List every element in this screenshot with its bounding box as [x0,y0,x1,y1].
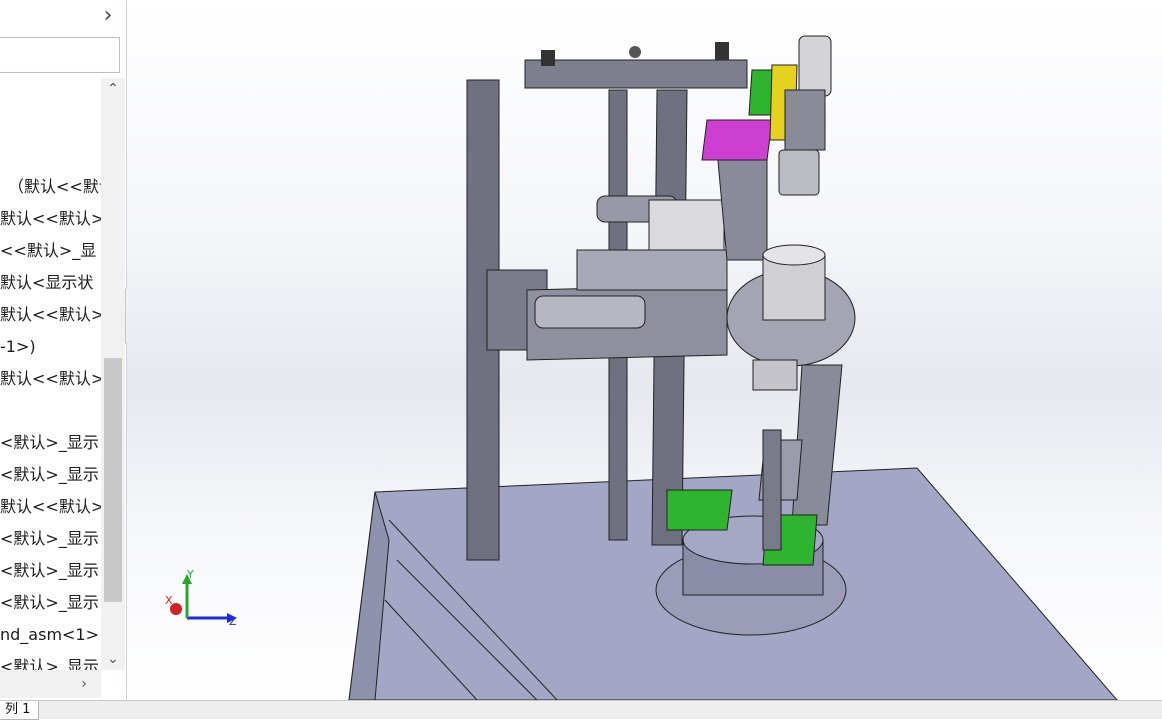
chevron-up-icon[interactable]: ⌃ [101,78,125,100]
center-rod [762,429,782,551]
slide-rail [576,249,728,291]
tree-item[interactable]: <默认>_显示 [0,428,99,458]
graphics-viewport[interactable]: Y X Z [127,0,1162,700]
tree-item[interactable]: <默认>_显示 [0,652,99,670]
chevron-right-icon[interactable]: › [72,673,96,695]
tool-body [784,89,826,151]
triad-z-label: Z [229,615,237,628]
filter-input[interactable] [0,37,120,73]
tree-item[interactable]: -1>) [0,332,36,362]
horizontal-scrollbar[interactable]: › [0,670,101,698]
cad-model[interactable]: Y X Z [127,0,1162,700]
tree-item[interactable]: 默认<<默认>_ [0,364,101,394]
tree-item[interactable]: 默认<显示状 [0,268,93,298]
tree-item[interactable]: nd_asm<1> [0,620,99,650]
chevron-right-icon[interactable]: › [96,4,120,28]
tree-item[interactable]: <默认>_显示 [0,588,99,618]
tool-head [798,35,832,97]
top-bolt [541,50,555,66]
status-bar: 列 1 [0,700,1162,720]
scrollbar-thumb[interactable] [104,358,122,602]
top-bolt [715,42,729,60]
magenta-part [701,119,773,161]
triad-x-label: X [165,594,173,607]
tree-item[interactable]: 默认<<默认>_ [0,492,101,522]
tree-item[interactable]: <默认>_显示 [0,556,99,586]
triad-y-label: Y [186,568,194,581]
panel-header: › [0,0,126,34]
top-plate [524,59,748,89]
tree-item[interactable]: <默认>_显示 [0,524,99,554]
feature-manager-panel: › （默认<<默认 默认<<默认>_ <<默认>_显 默认<显示状 默认<<默认… [0,0,127,700]
tree-item[interactable]: 默认<<默认>_ [0,300,101,330]
green-gripper [666,489,733,531]
tree-item[interactable]: （默认<<默认 [8,172,101,202]
vertical-scrollbar[interactable]: ⌃ ⌄ [101,78,125,670]
tab-model[interactable]: 列 1 [0,701,40,720]
feature-tree: （默认<<默认 默认<<默认>_ <<默认>_显 默认<显示状 默认<<默认>_… [0,78,101,670]
top-screw [629,46,641,58]
tree-item[interactable]: <<默认>_显 [0,236,96,266]
chevron-down-icon[interactable]: ⌄ [101,648,125,670]
tool-collar [778,149,820,196]
tree-item[interactable]: 默认<<默认>_ [0,204,101,234]
cylinder [534,295,646,329]
tree-item[interactable]: <默认>_显示 [0,460,99,490]
